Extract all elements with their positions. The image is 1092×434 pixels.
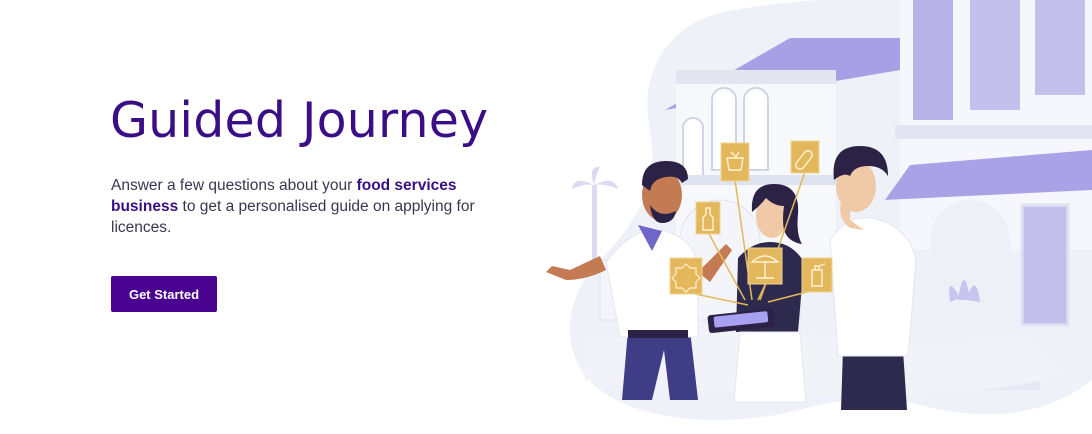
fire-extinguisher-icon bbox=[801, 257, 833, 293]
hero-description: Answer a few questions about your food s… bbox=[111, 175, 511, 238]
license-icon bbox=[669, 257, 703, 295]
page-title: Guided Journey bbox=[110, 92, 489, 149]
get-started-button[interactable]: Get Started bbox=[111, 276, 217, 312]
pills-icon bbox=[790, 140, 820, 174]
outdoor-dining-icon bbox=[747, 247, 783, 285]
grocery-icon bbox=[720, 142, 750, 182]
hero-section: Guided Journey Answer a few questions ab… bbox=[0, 0, 1092, 434]
hero-illustration bbox=[546, 0, 1092, 421]
bottle-icon bbox=[695, 201, 721, 235]
description-text: Answer a few questions about your bbox=[111, 177, 357, 194]
